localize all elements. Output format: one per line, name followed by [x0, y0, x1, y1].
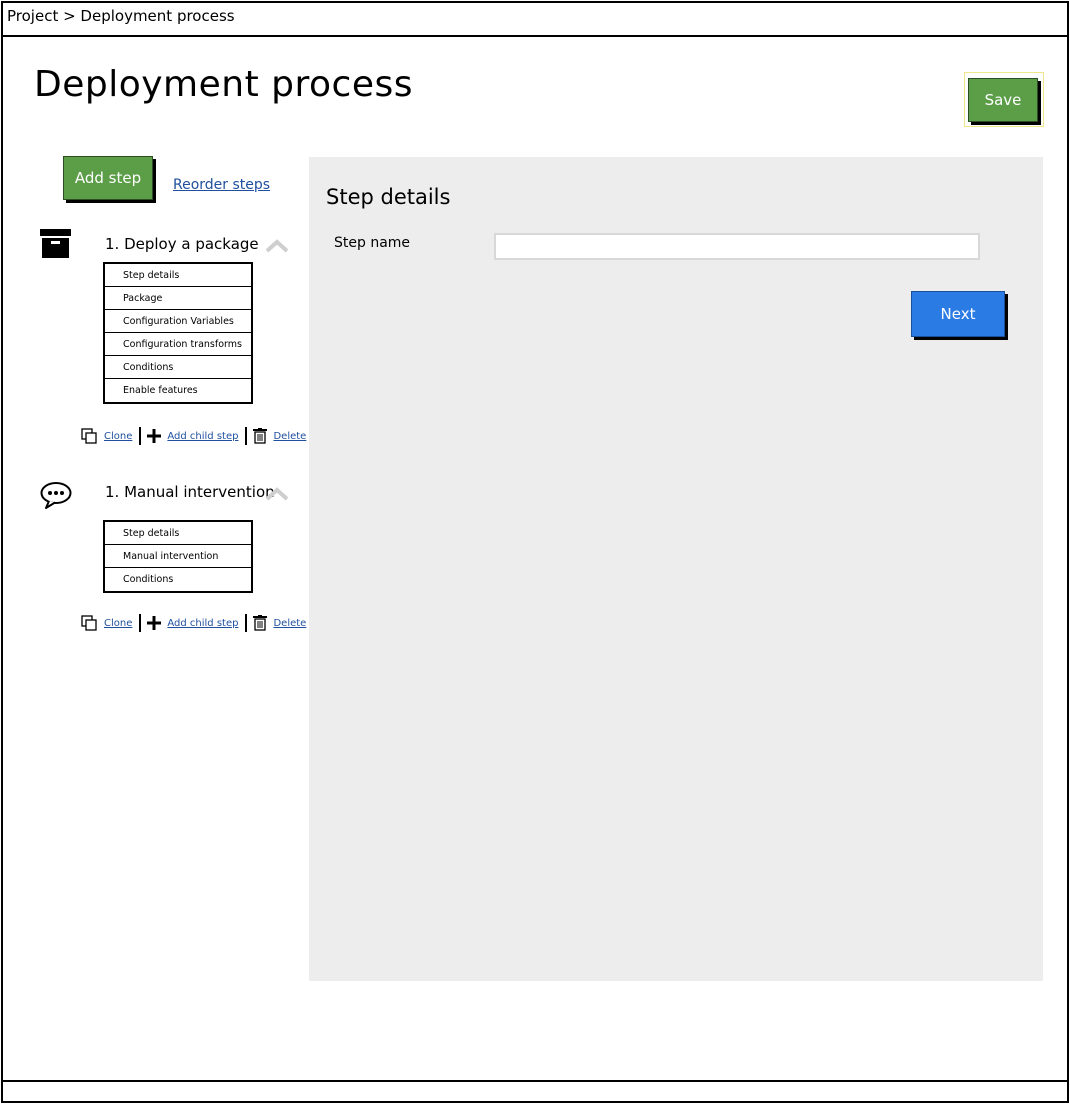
- step-name-label: Step name: [334, 235, 411, 251]
- clone-link[interactable]: Clone: [104, 431, 132, 442]
- menu-item-package[interactable]: Package: [105, 287, 251, 310]
- step-title-manual-intervention[interactable]: 1. Manual intervention: [105, 483, 275, 501]
- step-title-deploy-package[interactable]: 1. Deploy a package: [105, 235, 259, 253]
- step-actions-deploy-package: Clone Add child step Delete: [81, 426, 306, 446]
- divider: [245, 614, 248, 632]
- trash-icon: [253, 428, 268, 444]
- package-icon: [40, 229, 71, 262]
- plus-icon: [147, 429, 162, 443]
- add-step-button[interactable]: Add step: [63, 156, 153, 200]
- step-menu-deploy-package: Step details Package Configuration Varia…: [103, 262, 253, 404]
- step-details-panel: Step details Step name Next: [309, 157, 1043, 981]
- breadcrumb[interactable]: Project > Deployment process: [7, 7, 235, 25]
- delete-link[interactable]: Delete: [273, 618, 306, 629]
- footer-divider: [1, 1080, 1069, 1082]
- chevron-up-icon[interactable]: [265, 486, 289, 501]
- next-button[interactable]: Next: [911, 291, 1005, 337]
- breadcrumb-bar: Project > Deployment process: [1, 1, 1069, 37]
- delete-action[interactable]: Delete: [253, 615, 306, 631]
- add-child-step-link[interactable]: Add child step: [167, 431, 238, 442]
- step-actions-manual-intervention: Clone Add child step Delete: [81, 613, 306, 633]
- menu-item-step-details[interactable]: Step details: [105, 264, 251, 287]
- menu-item-configuration-variables[interactable]: Configuration Variables: [105, 310, 251, 333]
- clone-icon: [81, 427, 97, 444]
- page-title: Deployment process: [34, 64, 413, 105]
- clone-icon: [81, 614, 97, 631]
- save-button[interactable]: Save: [968, 78, 1038, 122]
- step-menu-manual-intervention: Step details Manual intervention Conditi…: [103, 520, 253, 593]
- trash-icon: [253, 615, 268, 631]
- delete-link[interactable]: Delete: [273, 431, 306, 442]
- speech-bubble-icon: [40, 481, 72, 513]
- step-details-title: Step details: [326, 185, 451, 209]
- menu-item-conditions[interactable]: Conditions: [105, 568, 251, 591]
- add-child-step-link[interactable]: Add child step: [167, 618, 238, 629]
- delete-action[interactable]: Delete: [253, 428, 306, 444]
- divider: [245, 427, 248, 445]
- menu-item-conditions[interactable]: Conditions: [105, 356, 251, 379]
- add-child-step-action[interactable]: Add child step: [147, 616, 238, 630]
- clone-action[interactable]: Clone: [81, 427, 132, 445]
- menu-item-manual-intervention[interactable]: Manual intervention: [105, 545, 251, 568]
- clone-action[interactable]: Clone: [81, 614, 132, 632]
- reorder-steps-link[interactable]: Reorder steps: [173, 177, 270, 193]
- clone-link[interactable]: Clone: [104, 618, 132, 629]
- add-child-step-action[interactable]: Add child step: [147, 429, 238, 443]
- menu-item-step-details[interactable]: Step details: [105, 522, 251, 545]
- step-name-input[interactable]: [494, 233, 980, 260]
- plus-icon: [147, 616, 162, 630]
- menu-item-configuration-transforms[interactable]: Configuration transforms: [105, 333, 251, 356]
- chevron-up-icon[interactable]: [265, 238, 289, 253]
- divider: [139, 427, 142, 445]
- menu-item-enable-features[interactable]: Enable features: [105, 379, 251, 402]
- divider: [139, 614, 142, 632]
